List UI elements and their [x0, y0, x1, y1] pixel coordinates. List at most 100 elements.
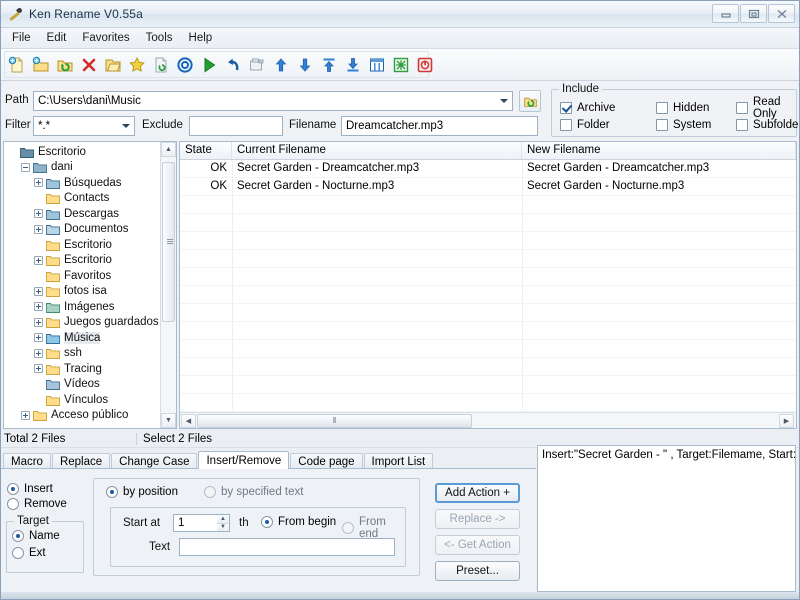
expand-plus-icon[interactable] — [34, 209, 43, 219]
tab-import-list[interactable]: Import List — [363, 453, 434, 469]
tree-node[interactable]: Vídeos — [6, 377, 160, 393]
expand-plus-icon[interactable] — [34, 255, 43, 265]
tree-node[interactable]: Escritorio — [6, 237, 160, 253]
menu-file[interactable]: File — [4, 30, 39, 46]
tree-node[interactable]: ssh — [6, 346, 160, 362]
insert-text-input[interactable] — [179, 538, 395, 556]
checkbox-subfolder[interactable]: Subfolder — [736, 116, 799, 133]
tree-node[interactable]: fotos isa — [6, 284, 160, 300]
table-row[interactable]: OK Secret Garden - Dreamcatcher.mp3 Secret… — [180, 160, 796, 178]
folder-tree[interactable]: Escritorio dani Búsquedas Contacts Descargas… — [3, 141, 177, 429]
tab-code-page[interactable]: Code page — [290, 453, 363, 469]
browse-folder-icon[interactable] — [102, 54, 124, 76]
columns-icon[interactable] — [366, 54, 388, 76]
tree-vertical-scrollbar[interactable]: ▲ ▼ — [160, 142, 176, 428]
filename-input[interactable]: Dreamcatcher.mp3 — [341, 116, 538, 136]
expand-plus-icon[interactable] — [34, 302, 43, 312]
radio-from-begin[interactable]: From begin — [261, 516, 336, 528]
clear-grid-icon[interactable] — [390, 54, 412, 76]
tree-node[interactable]: Búsquedas — [6, 175, 160, 191]
rename-file-icon[interactable] — [150, 54, 172, 76]
tab-replace[interactable]: Replace — [51, 453, 111, 469]
expand-plus-icon[interactable] — [34, 348, 43, 358]
tree-node[interactable]: Imágenes — [6, 299, 160, 315]
scroll-right-arrow-icon[interactable]: ▶ — [779, 413, 794, 428]
tree-node[interactable]: Escritorio — [6, 144, 160, 160]
get-action-button[interactable]: <- Get Action — [435, 535, 520, 555]
radio-target-name[interactable]: Name — [12, 530, 60, 542]
expand-plus-icon[interactable] — [21, 410, 30, 420]
start-at-spinner[interactable]: ▲ ▼ — [217, 514, 230, 532]
refresh-folder-icon[interactable] — [54, 54, 76, 76]
radio-insert[interactable]: Insert — [7, 483, 53, 495]
scroll-down-arrow-icon[interactable]: ▼ — [161, 413, 176, 428]
scroll-left-arrow-icon[interactable]: ◀ — [181, 413, 196, 428]
radio-target-ext[interactable]: Ext — [12, 547, 46, 559]
tree-node[interactable]: Escritorio — [6, 253, 160, 269]
tab-insert-remove[interactable]: Insert/Remove — [198, 451, 290, 469]
move-bottom-icon[interactable] — [342, 54, 364, 76]
file-list-scrollbar-thumb[interactable]: ⦀ — [197, 413, 472, 428]
menu-favorites[interactable]: Favorites — [74, 30, 137, 46]
preset-button[interactable]: Preset... — [435, 561, 520, 581]
tree-node[interactable]: Tracing — [6, 361, 160, 377]
checkbox-hidden[interactable]: Hidden — [656, 99, 736, 116]
checkbox-system[interactable]: System — [656, 116, 736, 133]
filter-combobox[interactable]: *.* — [33, 116, 135, 136]
expand-plus-icon[interactable] — [34, 178, 43, 188]
start-at-input[interactable]: 1 — [173, 514, 217, 532]
tree-node[interactable]: Documentos — [6, 222, 160, 238]
exclude-input[interactable] — [189, 116, 283, 136]
move-top-icon[interactable] — [318, 54, 340, 76]
column-header-state[interactable]: State — [180, 142, 232, 159]
spinner-up-icon[interactable]: ▲ — [217, 515, 229, 523]
preview-circle-icon[interactable] — [174, 54, 196, 76]
menu-edit[interactable]: Edit — [39, 30, 75, 46]
radio-by-position[interactable]: by position — [106, 486, 178, 498]
new-icon[interactable] — [6, 54, 28, 76]
run-play-icon[interactable] — [198, 54, 220, 76]
tree-node[interactable]: Contacts — [6, 191, 160, 207]
tree-node[interactable]: Vínculos — [6, 392, 160, 408]
checkbox-archive[interactable]: Archive — [560, 99, 656, 116]
move-down-icon[interactable] — [294, 54, 316, 76]
maximize-button[interactable] — [740, 4, 767, 23]
move-up-icon[interactable] — [270, 54, 292, 76]
add-action-button[interactable]: Add Action + — [435, 483, 520, 503]
replace-action-button[interactable]: Replace -> — [435, 509, 520, 529]
scroll-up-arrow-icon[interactable]: ▲ — [161, 142, 176, 157]
action-list-item[interactable]: Insert:"Secret Garden - " , Target:Filem… — [542, 449, 795, 461]
menu-tools[interactable]: Tools — [138, 30, 181, 46]
undo-icon[interactable] — [222, 54, 244, 76]
file-list[interactable]: State Current Filename New Filename OK Se… — [179, 141, 797, 429]
tree-node[interactable]: Música — [6, 330, 160, 346]
spinner-down-icon[interactable]: ▼ — [217, 522, 229, 531]
delete-x-icon[interactable] — [78, 54, 100, 76]
path-combobox[interactable]: C:\Users\dani\Music — [33, 91, 513, 111]
checkbox-folder[interactable]: Folder — [560, 116, 656, 133]
expand-plus-icon[interactable] — [34, 333, 43, 343]
expand-plus-icon[interactable] — [34, 317, 43, 327]
tree-node[interactable]: Favoritos — [6, 268, 160, 284]
expand-plus-icon[interactable] — [34, 224, 43, 234]
radio-from-end[interactable]: From end — [342, 516, 405, 540]
exit-icon[interactable] — [414, 54, 436, 76]
collapse-minus-icon[interactable] — [21, 162, 30, 172]
radio-by-specified-text[interactable]: by specified text — [204, 486, 303, 498]
close-button[interactable] — [768, 4, 795, 23]
file-list-horizontal-scrollbar[interactable]: ◀ ⦀ ▶ — [180, 412, 796, 428]
radio-remove[interactable]: Remove — [7, 498, 67, 510]
open-folder-icon[interactable] — [30, 54, 52, 76]
path-browse-button[interactable] — [519, 90, 541, 112]
tree-node[interactable]: Descargas — [6, 206, 160, 222]
minimize-button[interactable] — [712, 4, 739, 23]
export-icon[interactable] — [246, 54, 268, 76]
favorite-star-icon[interactable] — [126, 54, 148, 76]
tab-macro[interactable]: Macro — [3, 453, 51, 469]
column-header-current[interactable]: Current Filename — [232, 142, 522, 159]
expand-plus-icon[interactable] — [34, 286, 43, 296]
column-header-new[interactable]: New Filename — [522, 142, 796, 159]
tab-change-case[interactable]: Change Case — [111, 453, 198, 469]
tree-node[interactable]: Juegos guardados — [6, 315, 160, 331]
tree-scrollbar-thumb[interactable] — [162, 162, 175, 322]
